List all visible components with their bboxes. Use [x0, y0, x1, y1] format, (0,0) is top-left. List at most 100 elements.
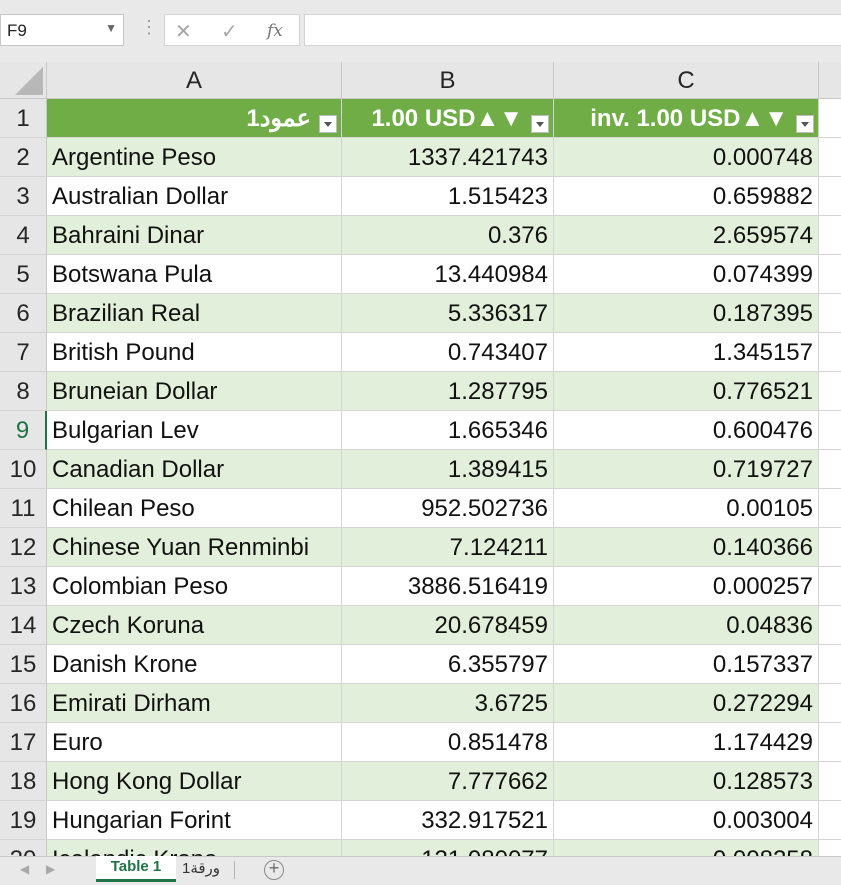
table-cell[interactable]: 1.515423 [342, 177, 554, 216]
table-cell[interactable]: 0.376 [342, 216, 554, 255]
column-header-a[interactable]: A [47, 62, 342, 99]
table-cell[interactable]: 0.719727 [554, 450, 819, 489]
sheet-tab-2[interactable]: ورقة1 [182, 859, 220, 879]
empty-cell[interactable] [819, 99, 841, 138]
table-header-cell[interactable]: inv. 1.00 USD▲▼ [554, 99, 819, 138]
cancel-icon[interactable]: ✕ [175, 19, 192, 44]
table-cell[interactable]: 20.678459 [342, 606, 554, 645]
table-cell[interactable]: Euro [47, 723, 342, 762]
table-cell[interactable]: Emirati Dirham [47, 684, 342, 723]
enter-icon[interactable]: ✓ [221, 19, 238, 44]
empty-cell[interactable] [819, 489, 841, 528]
table-cell[interactable]: 0.008258 [554, 840, 819, 856]
table-cell[interactable]: 0.157337 [554, 645, 819, 684]
table-cell[interactable]: 13.440984 [342, 255, 554, 294]
table-cell[interactable]: 0.000748 [554, 138, 819, 177]
insert-function-icon[interactable]: fx [267, 21, 283, 41]
row-header[interactable]: 2 [0, 138, 47, 177]
empty-cell[interactable] [819, 177, 841, 216]
table-cell[interactable]: 1.665346 [342, 411, 554, 450]
row-header[interactable]: 4 [0, 216, 47, 255]
empty-cell[interactable] [819, 216, 841, 255]
table-cell[interactable]: Icelandic Krona [47, 840, 342, 856]
table-cell[interactable]: Botswana Pula [47, 255, 342, 294]
table-cell[interactable]: 0.600476 [554, 411, 819, 450]
table-cell[interactable]: 1337.421743 [342, 138, 554, 177]
table-cell[interactable]: 0.074399 [554, 255, 819, 294]
table-cell[interactable]: 121.080077 [342, 840, 554, 856]
row-header[interactable]: 17 [0, 723, 47, 762]
table-cell[interactable]: Bahraini Dinar [47, 216, 342, 255]
name-box[interactable]: F9 ▼ [0, 14, 124, 46]
table-cell[interactable]: 0.851478 [342, 723, 554, 762]
row-header[interactable]: 11 [0, 489, 47, 528]
add-sheet-icon[interactable]: + [264, 859, 284, 880]
column-header-b[interactable]: B [342, 62, 554, 99]
table-cell[interactable]: 0.140366 [554, 528, 819, 567]
table-cell[interactable]: 3.6725 [342, 684, 554, 723]
table-cell[interactable]: 0.272294 [554, 684, 819, 723]
empty-cell[interactable] [819, 801, 841, 840]
scroll-tabs-right-icon[interactable]: ▶ [46, 862, 55, 876]
empty-cell[interactable] [819, 567, 841, 606]
table-cell[interactable]: 0.00105 [554, 489, 819, 528]
row-header[interactable]: 14 [0, 606, 47, 645]
row-header[interactable]: 13 [0, 567, 47, 606]
table-cell[interactable]: Bruneian Dollar [47, 372, 342, 411]
row-header[interactable]: 15 [0, 645, 47, 684]
table-cell[interactable]: 7.777662 [342, 762, 554, 801]
more-options-icon[interactable]: ⋮ [140, 18, 158, 36]
table-cell[interactable]: Danish Krone [47, 645, 342, 684]
table-cell[interactable]: 0.743407 [342, 333, 554, 372]
table-cell[interactable]: 1.287795 [342, 372, 554, 411]
row-header[interactable]: 19 [0, 801, 47, 840]
table-cell[interactable]: 0.000257 [554, 567, 819, 606]
row-header[interactable]: 5 [0, 255, 47, 294]
empty-cell[interactable] [819, 372, 841, 411]
select-all-button[interactable] [0, 62, 47, 99]
table-cell[interactable]: 0.187395 [554, 294, 819, 333]
empty-cell[interactable] [819, 645, 841, 684]
filter-dropdown-icon[interactable] [796, 115, 814, 133]
empty-cell[interactable] [819, 684, 841, 723]
empty-cell[interactable] [819, 723, 841, 762]
filter-dropdown-icon[interactable] [319, 115, 337, 133]
table-cell[interactable]: 1.174429 [554, 723, 819, 762]
table-cell[interactable]: Chinese Yuan Renminbi [47, 528, 342, 567]
table-cell[interactable]: 3886.516419 [342, 567, 554, 606]
table-cell[interactable]: Australian Dollar [47, 177, 342, 216]
table-cell[interactable]: 6.355797 [342, 645, 554, 684]
empty-cell[interactable] [819, 138, 841, 177]
empty-cell[interactable] [819, 255, 841, 294]
empty-cell[interactable] [819, 606, 841, 645]
table-cell[interactable]: Bulgarian Lev [47, 411, 342, 450]
table-header-cell[interactable]: 1.00 USD▲▼ [342, 99, 554, 138]
row-header[interactable]: 7 [0, 333, 47, 372]
table-cell[interactable]: 5.336317 [342, 294, 554, 333]
empty-cell[interactable] [819, 840, 841, 856]
row-header[interactable]: 9 [0, 411, 47, 450]
row-header[interactable]: 1 [0, 99, 47, 138]
table-cell[interactable]: 0.128573 [554, 762, 819, 801]
empty-cell[interactable] [819, 762, 841, 801]
sheet-tab-table-1[interactable]: Table 1 [96, 856, 176, 882]
formula-input[interactable] [304, 14, 841, 46]
column-header-c[interactable]: C [554, 62, 819, 99]
table-cell[interactable]: British Pound [47, 333, 342, 372]
table-cell[interactable]: 952.502736 [342, 489, 554, 528]
filter-dropdown-icon[interactable] [531, 115, 549, 133]
row-header[interactable]: 3 [0, 177, 47, 216]
empty-cell[interactable] [819, 411, 841, 450]
column-header-d[interactable] [819, 62, 841, 99]
empty-cell[interactable] [819, 333, 841, 372]
row-header[interactable]: 20 [0, 840, 47, 856]
table-cell[interactable]: 0.659882 [554, 177, 819, 216]
empty-cell[interactable] [819, 294, 841, 333]
table-cell[interactable]: 2.659574 [554, 216, 819, 255]
row-header[interactable]: 8 [0, 372, 47, 411]
table-cell[interactable]: Hungarian Forint [47, 801, 342, 840]
empty-cell[interactable] [819, 450, 841, 489]
row-header[interactable]: 12 [0, 528, 47, 567]
table-cell[interactable]: Canadian Dollar [47, 450, 342, 489]
table-cell[interactable]: 7.124211 [342, 528, 554, 567]
